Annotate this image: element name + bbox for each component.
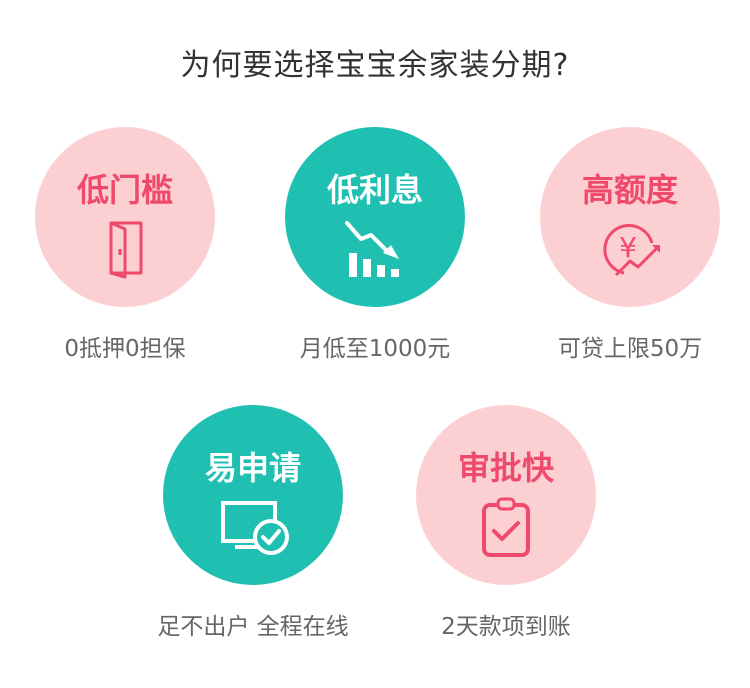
- feature-easy-apply: 易申请 足不出户 全程在线: [133, 405, 373, 641]
- feature-circle: 低利息: [285, 127, 465, 307]
- feature-caption: 0抵押0担保: [64, 336, 186, 362]
- page-title: 为何要选择宝宝余家装分期?: [180, 48, 570, 83]
- feature-low-threshold: 低门槛 0抵押0担保: [5, 127, 245, 363]
- feature-high-limit: 高额度 ¥ 可贷上限50万: [510, 127, 750, 363]
- feature-title: 高额度: [581, 171, 678, 209]
- monitor-check-icon: [221, 501, 289, 555]
- feature-title: 低门槛: [76, 171, 173, 209]
- feature-low-interest: 低利息 月低至1000元: [255, 127, 495, 363]
- feature-caption: 2天款项到账: [441, 614, 571, 640]
- feature-caption: 月低至1000元: [299, 336, 451, 362]
- feature-circle: 低门槛: [35, 127, 215, 307]
- feature-title: 低利息: [326, 171, 423, 209]
- feature-circle: 审批快: [416, 405, 596, 585]
- yen-growth-icon: ¥: [603, 224, 660, 277]
- feature-title: 审批快: [457, 449, 554, 487]
- declining-chart-icon: [345, 221, 399, 277]
- feature-caption: 足不出户 全程在线: [157, 614, 349, 640]
- feature-title: 易申请: [204, 449, 301, 487]
- door-icon: [109, 221, 143, 279]
- feature-fast-approval: 审批快 2天款项到账: [386, 405, 626, 641]
- feature-circle: 易申请: [163, 405, 343, 585]
- clipboard-check-icon: [482, 497, 530, 557]
- yen-symbol: ¥: [619, 231, 637, 264]
- feature-circle: 高额度 ¥: [540, 127, 720, 307]
- feature-caption: 可贷上限50万: [557, 336, 703, 362]
